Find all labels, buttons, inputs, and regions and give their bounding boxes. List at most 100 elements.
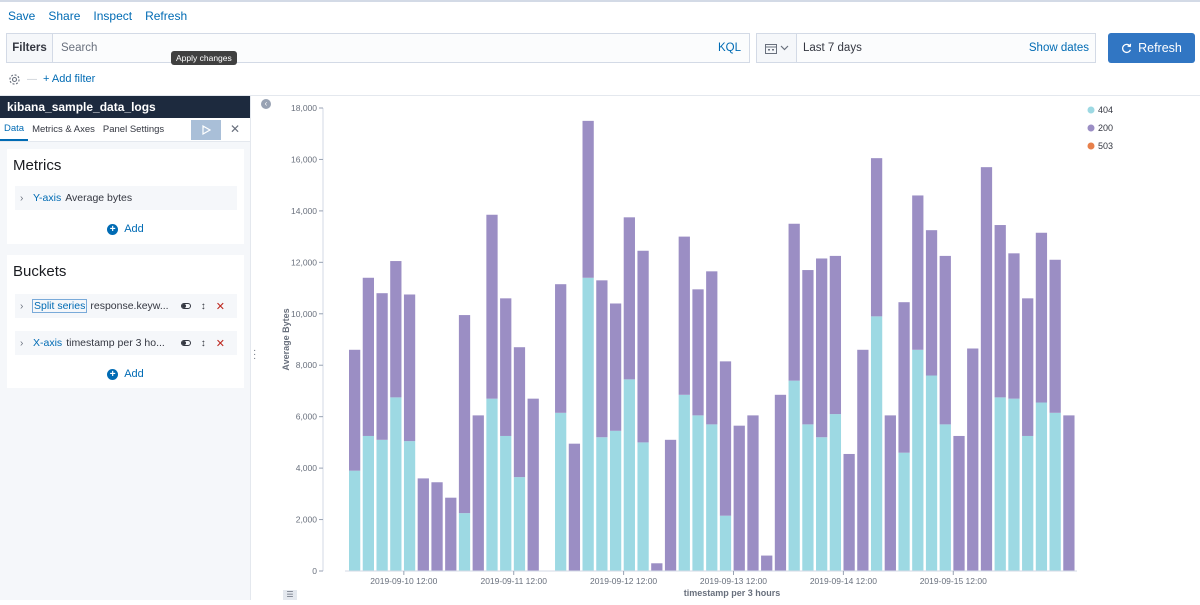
bucket-row-x-axis[interactable]: › X-axis timestamp per 3 ho... ↕ ✕	[15, 331, 237, 355]
x-tick-label: 2019-09-11 12:00	[480, 576, 547, 586]
bar-404	[582, 277, 594, 571]
bar-404	[403, 441, 416, 571]
resize-handle-icon[interactable]: · · ·	[253, 346, 256, 364]
bar-404	[609, 430, 622, 571]
separator: —	[27, 73, 37, 85]
show-dates-link[interactable]: Show dates	[1029, 42, 1095, 54]
bar-404	[994, 397, 1006, 571]
legend-swatch	[1087, 106, 1095, 114]
panel-splitter[interactable]	[250, 96, 251, 600]
metric-type[interactable]: Y-axis	[33, 192, 61, 204]
bar-200	[555, 284, 567, 413]
legend-toggle-icon[interactable]: ☰	[283, 590, 297, 600]
bucket-type[interactable]: X-axis	[33, 337, 62, 349]
bucket-row-split-series[interactable]: › Split series response.keyw... ↕ ✕	[15, 294, 237, 318]
bar-200	[747, 415, 759, 571]
tab-data[interactable]: Data	[0, 119, 29, 141]
bar-200	[678, 236, 690, 395]
x-tick-label: 2019-09-14 12:00	[810, 576, 877, 586]
bar-404	[458, 513, 471, 571]
metric-row-y-axis[interactable]: › Y-axis Average bytes	[15, 186, 237, 210]
chevron-right-icon[interactable]: ›	[20, 193, 29, 204]
drag-handle-icon[interactable]: ↕	[201, 301, 206, 312]
search-input[interactable]	[53, 34, 718, 62]
bar-404	[788, 380, 800, 571]
apply-changes-button[interactable]	[191, 120, 221, 140]
bar-404	[719, 515, 732, 571]
bar-404	[349, 470, 361, 571]
date-range-label[interactable]: Last 7 days	[797, 42, 1029, 54]
bar-404	[1035, 402, 1048, 571]
bar-404	[376, 439, 388, 571]
bar-200	[774, 394, 787, 571]
remove-icon[interactable]: ✕	[216, 337, 225, 350]
bar-200	[486, 214, 498, 399]
bar-200	[733, 425, 745, 571]
gear-icon[interactable]	[8, 73, 21, 86]
legend-swatch	[1087, 142, 1095, 150]
kql-toggle[interactable]: KQL	[718, 42, 749, 54]
bar-200	[513, 347, 526, 478]
filter-row: — + Add filter	[8, 70, 95, 88]
add-metric-button[interactable]: + Add	[7, 223, 244, 235]
toggle-icon[interactable]	[180, 340, 191, 346]
bar-200	[472, 415, 484, 571]
toggle-icon[interactable]	[180, 303, 191, 309]
y-tick-label: 4,000	[296, 463, 318, 473]
bucket-type[interactable]: Split series	[31, 299, 88, 313]
bar-200	[568, 443, 581, 571]
inspect-link[interactable]: Inspect	[93, 9, 132, 23]
bar-404	[486, 398, 498, 571]
chart-area: 0 2,000 4,000 6,000 8,000 10,000 12,000 14,000 1…	[277, 96, 1200, 600]
bar-200	[664, 439, 677, 571]
drag-handle-icon[interactable]: ↕	[201, 338, 206, 349]
bar-200	[980, 167, 993, 571]
filters-button[interactable]: Filters	[7, 34, 53, 62]
add-metric-label: Add	[124, 223, 144, 235]
chevron-right-icon[interactable]: ›	[20, 301, 29, 312]
add-bucket-button[interactable]: + Add	[7, 368, 244, 380]
bar-200	[870, 158, 883, 317]
bar-200	[403, 294, 416, 442]
y-tick-label: 14,000	[291, 206, 317, 216]
legend-swatch	[1087, 124, 1095, 132]
y-tick-label: 0	[312, 566, 317, 576]
quick-menu-button[interactable]	[757, 34, 797, 62]
bar-404	[637, 442, 649, 571]
add-filter-link[interactable]: + Add filter	[43, 73, 95, 85]
bar-200	[651, 563, 663, 571]
bar-404	[500, 435, 512, 571]
refresh-icon	[1122, 43, 1132, 53]
bar-200	[1022, 298, 1034, 436]
x-tick-label: 2019-09-10 12:00	[370, 576, 437, 586]
x-tick-label: 2019-09-13 12:00	[700, 576, 767, 586]
chevron-right-icon[interactable]: ›	[20, 338, 29, 349]
remove-icon[interactable]: ✕	[216, 300, 225, 313]
bar-404	[623, 379, 635, 571]
bar-404	[596, 437, 608, 571]
refresh-link[interactable]: Refresh	[145, 9, 187, 23]
legend-label: 200	[1098, 123, 1113, 133]
bar-200	[829, 255, 842, 415]
collapse-sidebar-icon[interactable]: ‹	[261, 99, 271, 109]
metrics-title: Metrics	[13, 157, 62, 174]
bar-200	[898, 302, 910, 453]
chevron-down-icon	[780, 45, 788, 51]
bar-200	[925, 230, 938, 376]
y-tick-label: 10,000	[291, 309, 317, 319]
bar-404	[912, 349, 924, 571]
share-link[interactable]: Share	[48, 9, 80, 23]
x-tick-label: 2019-09-12 12:00	[590, 576, 657, 586]
discard-close-icon[interactable]: ✕	[230, 122, 240, 136]
buckets-panel: Buckets › Split series response.keyw... …	[7, 255, 244, 388]
bar-404	[1022, 435, 1034, 571]
tab-panel-settings[interactable]: Panel Settings	[99, 118, 168, 142]
save-link[interactable]: Save	[8, 9, 35, 23]
tab-metrics-axes[interactable]: Metrics & Axes	[28, 118, 99, 142]
bar-404	[1049, 412, 1061, 571]
legend-label: 503	[1098, 141, 1113, 151]
buckets-title: Buckets	[13, 263, 67, 280]
bar-200	[582, 120, 594, 278]
refresh-button[interactable]: Refresh	[1108, 33, 1195, 63]
bar-200	[719, 361, 732, 516]
